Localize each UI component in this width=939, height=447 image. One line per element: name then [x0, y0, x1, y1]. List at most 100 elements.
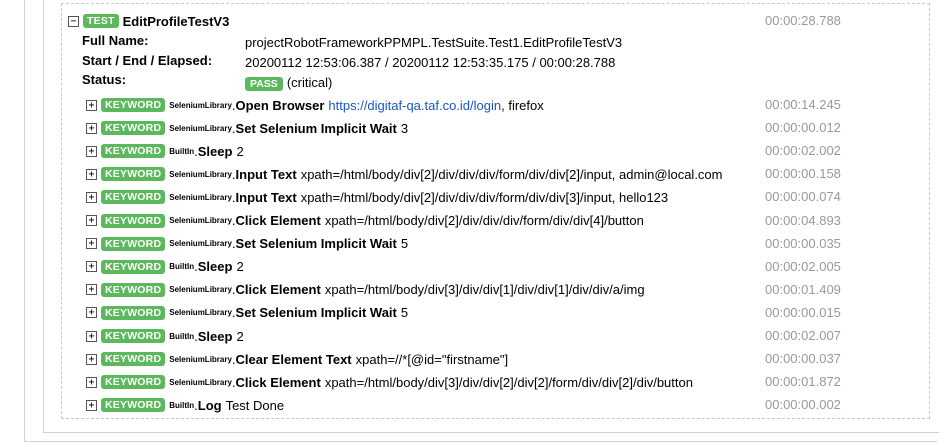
keyword-label: KEYWORD [101, 190, 166, 205]
expand-icon[interactable]: + [86, 330, 97, 342]
keyword-label: KEYWORD [101, 259, 166, 274]
keyword-args-text: xpath=/html/body/div[3]/div/div[2]/div[2… [324, 374, 693, 390]
expand-icon[interactable]: + [86, 99, 97, 111]
test-header[interactable]: − TEST EditProfileTestV3 [68, 11, 229, 31]
keyword-label: KEYWORD [101, 144, 166, 159]
keyword-row[interactable]: + KEYWORD BuiltIn. Sleep 2 [86, 141, 244, 161]
keyword-args-text: xpath=/html/body/div[3]/div/div[1]/div/d… [324, 282, 645, 298]
keyword-library: BuiltIn [169, 400, 195, 410]
keyword-row[interactable]: + KEYWORD SeleniumLibrary. Click Element xpa… [86, 280, 645, 300]
status-value: PASS (critical) [245, 75, 332, 91]
keyword-row[interactable]: + KEYWORD SeleniumLibrary. Open Browser http… [86, 95, 544, 115]
keyword-library: SeleniumLibrary [169, 100, 232, 110]
expand-icon[interactable]: + [86, 122, 97, 134]
expand-icon[interactable]: + [86, 399, 97, 411]
keyword-elapsed: 00:00:00.012 [765, 120, 841, 136]
keyword-row[interactable]: + KEYWORD SeleniumLibrary. Input Text xpath=… [86, 164, 723, 184]
keyword-row[interactable]: + KEYWORD BuiltIn. Sleep 2 [86, 257, 244, 277]
expand-icon[interactable]: + [86, 191, 97, 203]
keyword-library: SeleniumLibrary [169, 377, 232, 387]
keyword-library: SeleniumLibrary [169, 308, 232, 318]
keyword-library: SeleniumLibrary [169, 123, 232, 133]
keyword-row[interactable]: + KEYWORD BuiltIn. Sleep 2 [86, 326, 244, 346]
keyword-label: KEYWORD [101, 305, 166, 320]
expand-icon[interactable]: + [86, 145, 97, 157]
keyword-row[interactable]: + KEYWORD SeleniumLibrary. Click Element xpa… [86, 372, 693, 392]
keyword-elapsed: 00:00:02.007 [765, 328, 841, 343]
keyword-name: Set Selenium Implicit Wait [235, 236, 397, 252]
keyword-elapsed: 00:00:01.872 [765, 374, 841, 390]
test-name: EditProfileTestV3 [122, 13, 230, 29]
keyword-args: 2 [236, 329, 243, 344]
keyword-label: KEYWORD [101, 213, 166, 228]
keyword-elapsed: 00:00:04.893 [765, 212, 841, 228]
expand-icon[interactable]: + [86, 307, 97, 319]
keyword-args: https://digitaf-qa.taf.co.id/login, fire… [328, 98, 543, 113]
expand-icon[interactable]: + [86, 238, 97, 250]
keyword-name: Input Text [235, 189, 297, 205]
keyword-elapsed: 00:00:02.002 [765, 143, 841, 159]
keyword-name: Click Element [235, 374, 321, 390]
keyword-args: 2 [236, 259, 243, 274]
keyword-args-text: 5 [400, 236, 409, 252]
keyword-library: BuiltIn [169, 262, 195, 272]
keyword-args: xpath=//*[@id="firstname"] [356, 352, 509, 367]
keyword-name: Log [197, 397, 222, 413]
status-note: (critical) [286, 75, 333, 90]
expand-icon[interactable]: + [86, 284, 97, 296]
keyword-row[interactable]: + KEYWORD SeleniumLibrary. Clear Element Te… [86, 349, 508, 369]
keyword-row[interactable]: + KEYWORD BuiltIn. Log Test Done [86, 395, 284, 415]
keyword-row[interactable]: + KEYWORD SeleniumLibrary. Set Selenium Imp… [86, 234, 408, 254]
keyword-elapsed: 00:00:14.245 [765, 97, 841, 112]
full-name-value: projectRobotFrameworkPPMPL.TestSuite.Tes… [245, 35, 623, 50]
keyword-args: xpath=/html/body/div[2]/div/div/div/form… [301, 167, 723, 182]
keyword-name: Set Selenium Implicit Wait [235, 120, 397, 136]
keyword-elapsed: 00:00:00.037 [765, 351, 841, 367]
collapse-icon[interactable]: − [68, 15, 79, 27]
keyword-name: Set Selenium Implicit Wait [235, 305, 397, 321]
expand-icon[interactable]: + [86, 261, 97, 273]
keyword-args-text: xpath=/html/body/div[2]/div/div/div/form… [324, 213, 644, 228]
keyword-row[interactable]: + KEYWORD SeleniumLibrary. Set Selenium Imp… [86, 303, 408, 323]
expand-icon[interactable]: + [86, 215, 97, 226]
keyword-args: xpath=/html/body/div[3]/div/div[1]/div/d… [325, 282, 645, 297]
keyword-library: SeleniumLibrary [169, 285, 232, 295]
keyword-label: KEYWORD [101, 398, 166, 413]
keyword-args-text: 2 [236, 328, 244, 344]
keyword-name: Sleep [197, 143, 233, 159]
keyword-name: Click Element [235, 213, 321, 228]
keyword-args-text: xpath=/html/body/div[2]/div/div/div/form… [300, 166, 723, 182]
times-label: Start / End / Elapsed: [82, 53, 213, 68]
status-label: Status: [82, 72, 127, 87]
keyword-elapsed: 00:00:00.015 [765, 304, 841, 320]
keyword-name: Open Browser [235, 97, 325, 113]
keyword-label: KEYWORD [101, 375, 166, 390]
keyword-row[interactable]: + KEYWORD SeleniumLibrary. Set Selenium Imp… [86, 118, 408, 138]
keyword-args: xpath=/html/body/div[3]/div/div[2]/div[2… [325, 375, 693, 390]
keyword-elapsed: 00:00:00.074 [765, 189, 841, 205]
keyword-label: KEYWORD [101, 167, 166, 182]
keyword-library: SeleniumLibrary [169, 216, 232, 225]
expand-icon[interactable]: + [86, 353, 97, 365]
keyword-elapsed: 00:00:01.409 [765, 281, 841, 297]
test-label: TEST [83, 14, 119, 28]
keyword-elapsed: 00:00:00.002 [765, 397, 841, 413]
keyword-library: SeleniumLibrary [169, 169, 232, 179]
expand-icon[interactable]: + [86, 168, 97, 180]
keyword-row[interactable]: + KEYWORD SeleniumLibrary. Click Element xpa… [86, 211, 644, 231]
keyword-args: xpath=/html/body/div[2]/div/div/div/form… [301, 190, 668, 205]
keyword-library: SeleniumLibrary [169, 239, 232, 249]
keyword-link[interactable]: https://digitaf-qa.taf.co.id/login [328, 98, 501, 113]
test-panel: − TEST EditProfileTestV3 00:00:28.788 Fu… [61, 3, 930, 419]
full-name-label: Full Name: [82, 33, 149, 48]
keyword-args-text: , firefox [501, 97, 544, 113]
keyword-args: Test Done [226, 398, 285, 413]
keyword-library: SeleniumLibrary [169, 354, 232, 364]
keyword-label: KEYWORD [101, 352, 166, 367]
keyword-name: Sleep [197, 328, 233, 344]
keyword-library: BuiltIn [169, 146, 195, 156]
keyword-elapsed: 00:00:00.035 [765, 235, 841, 251]
expand-icon[interactable]: + [86, 376, 97, 388]
keyword-library: SeleniumLibrary [169, 192, 232, 202]
keyword-row[interactable]: + KEYWORD SeleniumLibrary. Input Text xpath=… [86, 187, 668, 207]
